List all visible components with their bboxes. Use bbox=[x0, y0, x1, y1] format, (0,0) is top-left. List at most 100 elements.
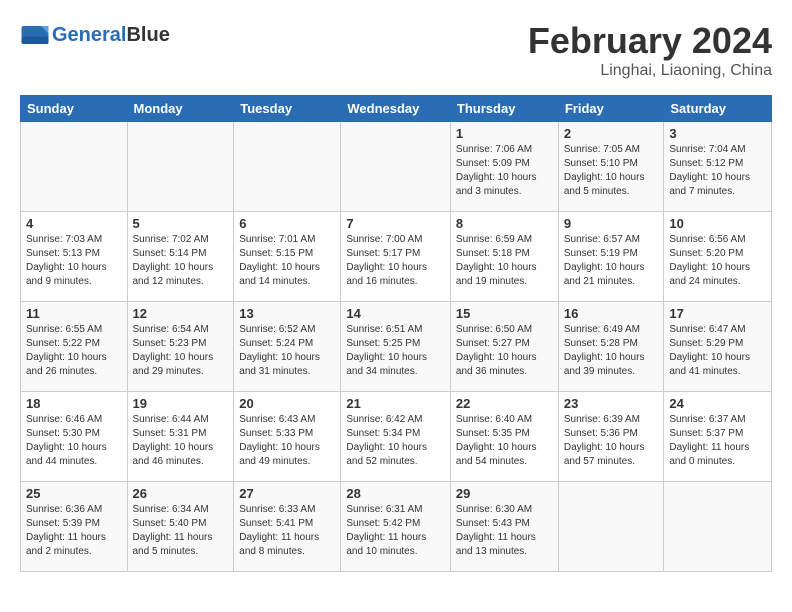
day-number: 20 bbox=[239, 396, 335, 411]
calendar-cell bbox=[558, 482, 664, 572]
calendar-cell: 4 Sunrise: 7:03 AM Sunset: 5:13 PM Daylig… bbox=[21, 212, 128, 302]
cell-content: Sunrise: 6:56 AM Sunset: 5:20 PM Dayligh… bbox=[669, 233, 766, 289]
cell-content: Sunrise: 6:46 AM Sunset: 5:30 PM Dayligh… bbox=[26, 413, 122, 469]
cell-content: Sunrise: 7:01 AM Sunset: 5:15 PM Dayligh… bbox=[239, 233, 335, 289]
calendar-cell: 16 Sunrise: 6:49 AM Sunset: 5:28 PM Dayli… bbox=[558, 302, 664, 392]
calendar-cell: 18 Sunrise: 6:46 AM Sunset: 5:30 PM Dayli… bbox=[21, 392, 128, 482]
calendar-table: SundayMondayTuesdayWednesdayThursdayFrid… bbox=[20, 95, 772, 572]
day-number: 24 bbox=[669, 396, 766, 411]
day-number: 5 bbox=[133, 216, 229, 231]
day-number: 6 bbox=[239, 216, 335, 231]
cell-content: Sunrise: 7:06 AM Sunset: 5:09 PM Dayligh… bbox=[456, 143, 553, 199]
calendar-cell: 7 Sunrise: 7:00 AM Sunset: 5:17 PM Daylig… bbox=[341, 212, 451, 302]
day-number: 9 bbox=[564, 216, 659, 231]
cell-content: Sunrise: 6:36 AM Sunset: 5:39 PM Dayligh… bbox=[26, 503, 122, 559]
calendar-cell: 19 Sunrise: 6:44 AM Sunset: 5:31 PM Dayli… bbox=[127, 392, 234, 482]
week-row-2: 4 Sunrise: 7:03 AM Sunset: 5:13 PM Daylig… bbox=[21, 212, 772, 302]
calendar-cell: 23 Sunrise: 6:39 AM Sunset: 5:36 PM Dayli… bbox=[558, 392, 664, 482]
calendar-cell bbox=[664, 482, 772, 572]
week-row-4: 18 Sunrise: 6:46 AM Sunset: 5:30 PM Dayli… bbox=[21, 392, 772, 482]
day-header-monday: Monday bbox=[127, 96, 234, 122]
cell-content: Sunrise: 7:02 AM Sunset: 5:14 PM Dayligh… bbox=[133, 233, 229, 289]
calendar-cell: 28 Sunrise: 6:31 AM Sunset: 5:42 PM Dayli… bbox=[341, 482, 451, 572]
day-header-saturday: Saturday bbox=[664, 96, 772, 122]
day-header-thursday: Thursday bbox=[450, 96, 558, 122]
day-number: 26 bbox=[133, 486, 229, 501]
cell-content: Sunrise: 7:03 AM Sunset: 5:13 PM Dayligh… bbox=[26, 233, 122, 289]
calendar-cell: 21 Sunrise: 6:42 AM Sunset: 5:34 PM Dayli… bbox=[341, 392, 451, 482]
day-number: 15 bbox=[456, 306, 553, 321]
month-title: February 2024 bbox=[528, 20, 772, 62]
cell-content: Sunrise: 6:31 AM Sunset: 5:42 PM Dayligh… bbox=[346, 503, 445, 559]
cell-content: Sunrise: 6:57 AM Sunset: 5:19 PM Dayligh… bbox=[564, 233, 659, 289]
day-number: 2 bbox=[564, 126, 659, 141]
calendar-cell: 13 Sunrise: 6:52 AM Sunset: 5:24 PM Dayli… bbox=[234, 302, 341, 392]
day-number: 21 bbox=[346, 396, 445, 411]
calendar-cell: 22Sunrise: 6:40 AM Sunset: 5:35 PM Dayli… bbox=[450, 392, 558, 482]
day-number: 7 bbox=[346, 216, 445, 231]
day-number: 13 bbox=[239, 306, 335, 321]
cell-content: Sunrise: 6:49 AM Sunset: 5:28 PM Dayligh… bbox=[564, 323, 659, 379]
day-number: 10 bbox=[669, 216, 766, 231]
logo-text: GeneralBlue bbox=[52, 24, 170, 46]
day-number: 19 bbox=[133, 396, 229, 411]
cell-content: Sunrise: 7:04 AM Sunset: 5:12 PM Dayligh… bbox=[669, 143, 766, 199]
calendar-cell: 8Sunrise: 6:59 AM Sunset: 5:18 PM Daylig… bbox=[450, 212, 558, 302]
calendar-cell: 17 Sunrise: 6:47 AM Sunset: 5:29 PM Dayli… bbox=[664, 302, 772, 392]
day-number: 23 bbox=[564, 396, 659, 411]
cell-content: Sunrise: 7:00 AM Sunset: 5:17 PM Dayligh… bbox=[346, 233, 445, 289]
cell-content: Sunrise: 6:33 AM Sunset: 5:41 PM Dayligh… bbox=[239, 503, 335, 559]
cell-content: Sunrise: 6:43 AM Sunset: 5:33 PM Dayligh… bbox=[239, 413, 335, 469]
cell-content: Sunrise: 6:50 AM Sunset: 5:27 PM Dayligh… bbox=[456, 323, 553, 379]
week-row-3: 11Sunrise: 6:55 AM Sunset: 5:22 PM Dayli… bbox=[21, 302, 772, 392]
calendar-cell: 25Sunrise: 6:36 AM Sunset: 5:39 PM Dayli… bbox=[21, 482, 128, 572]
calendar-cell: 9 Sunrise: 6:57 AM Sunset: 5:19 PM Daylig… bbox=[558, 212, 664, 302]
cell-content: Sunrise: 6:51 AM Sunset: 5:25 PM Dayligh… bbox=[346, 323, 445, 379]
day-number: 4 bbox=[26, 216, 122, 231]
week-row-1: 1 Sunrise: 7:06 AM Sunset: 5:09 PM Daylig… bbox=[21, 122, 772, 212]
cell-content: Sunrise: 6:42 AM Sunset: 5:34 PM Dayligh… bbox=[346, 413, 445, 469]
calendar-cell: 2 Sunrise: 7:05 AM Sunset: 5:10 PM Daylig… bbox=[558, 122, 664, 212]
calendar-cell: 14 Sunrise: 6:51 AM Sunset: 5:25 PM Dayli… bbox=[341, 302, 451, 392]
calendar-cell bbox=[127, 122, 234, 212]
cell-content: Sunrise: 6:30 AM Sunset: 5:43 PM Dayligh… bbox=[456, 503, 553, 559]
calendar-cell bbox=[341, 122, 451, 212]
page-header: GeneralBlue February 2024 Linghai, Liaon… bbox=[20, 20, 772, 80]
cell-content: Sunrise: 6:44 AM Sunset: 5:31 PM Dayligh… bbox=[133, 413, 229, 469]
day-number: 8 bbox=[456, 216, 553, 231]
cell-content: Sunrise: 6:39 AM Sunset: 5:36 PM Dayligh… bbox=[564, 413, 659, 469]
day-header-tuesday: Tuesday bbox=[234, 96, 341, 122]
day-number: 16 bbox=[564, 306, 659, 321]
cell-content: Sunrise: 7:05 AM Sunset: 5:10 PM Dayligh… bbox=[564, 143, 659, 199]
day-number: 3 bbox=[669, 126, 766, 141]
calendar-cell: 15 Sunrise: 6:50 AM Sunset: 5:27 PM Dayli… bbox=[450, 302, 558, 392]
calendar-cell: 24 Sunrise: 6:37 AM Sunset: 5:37 PM Dayli… bbox=[664, 392, 772, 482]
calendar-cell bbox=[234, 122, 341, 212]
calendar-cell: 20 Sunrise: 6:43 AM Sunset: 5:33 PM Dayli… bbox=[234, 392, 341, 482]
day-number: 28 bbox=[346, 486, 445, 501]
day-number: 1 bbox=[456, 126, 553, 141]
calendar-cell: 1 Sunrise: 7:06 AM Sunset: 5:09 PM Daylig… bbox=[450, 122, 558, 212]
location: Linghai, Liaoning, China bbox=[528, 62, 772, 80]
calendar-cell: 29 Sunrise: 6:30 AM Sunset: 5:43 PM Dayli… bbox=[450, 482, 558, 572]
cell-content: Sunrise: 6:37 AM Sunset: 5:37 PM Dayligh… bbox=[669, 413, 766, 469]
day-number: 27 bbox=[239, 486, 335, 501]
day-header-wednesday: Wednesday bbox=[341, 96, 451, 122]
day-number: 18 bbox=[26, 396, 122, 411]
cell-content: Sunrise: 6:52 AM Sunset: 5:24 PM Dayligh… bbox=[239, 323, 335, 379]
day-number: 29 bbox=[456, 486, 553, 501]
calendar-cell: 5 Sunrise: 7:02 AM Sunset: 5:14 PM Daylig… bbox=[127, 212, 234, 302]
cell-content: Sunrise: 6:40 AM Sunset: 5:35 PM Dayligh… bbox=[456, 413, 553, 469]
cell-content: Sunrise: 6:55 AM Sunset: 5:22 PM Dayligh… bbox=[26, 323, 122, 379]
calendar-cell: 27 Sunrise: 6:33 AM Sunset: 5:41 PM Dayli… bbox=[234, 482, 341, 572]
cell-content: Sunrise: 6:54 AM Sunset: 5:23 PM Dayligh… bbox=[133, 323, 229, 379]
calendar-cell: 6 Sunrise: 7:01 AM Sunset: 5:15 PM Daylig… bbox=[234, 212, 341, 302]
calendar-cell: 11Sunrise: 6:55 AM Sunset: 5:22 PM Dayli… bbox=[21, 302, 128, 392]
day-number: 14 bbox=[346, 306, 445, 321]
day-number: 12 bbox=[133, 306, 229, 321]
title-block: February 2024 Linghai, Liaoning, China bbox=[528, 20, 772, 80]
day-number: 17 bbox=[669, 306, 766, 321]
cell-content: Sunrise: 6:47 AM Sunset: 5:29 PM Dayligh… bbox=[669, 323, 766, 379]
calendar-cell: 3 Sunrise: 7:04 AM Sunset: 5:12 PM Daylig… bbox=[664, 122, 772, 212]
logo-icon bbox=[20, 20, 50, 50]
